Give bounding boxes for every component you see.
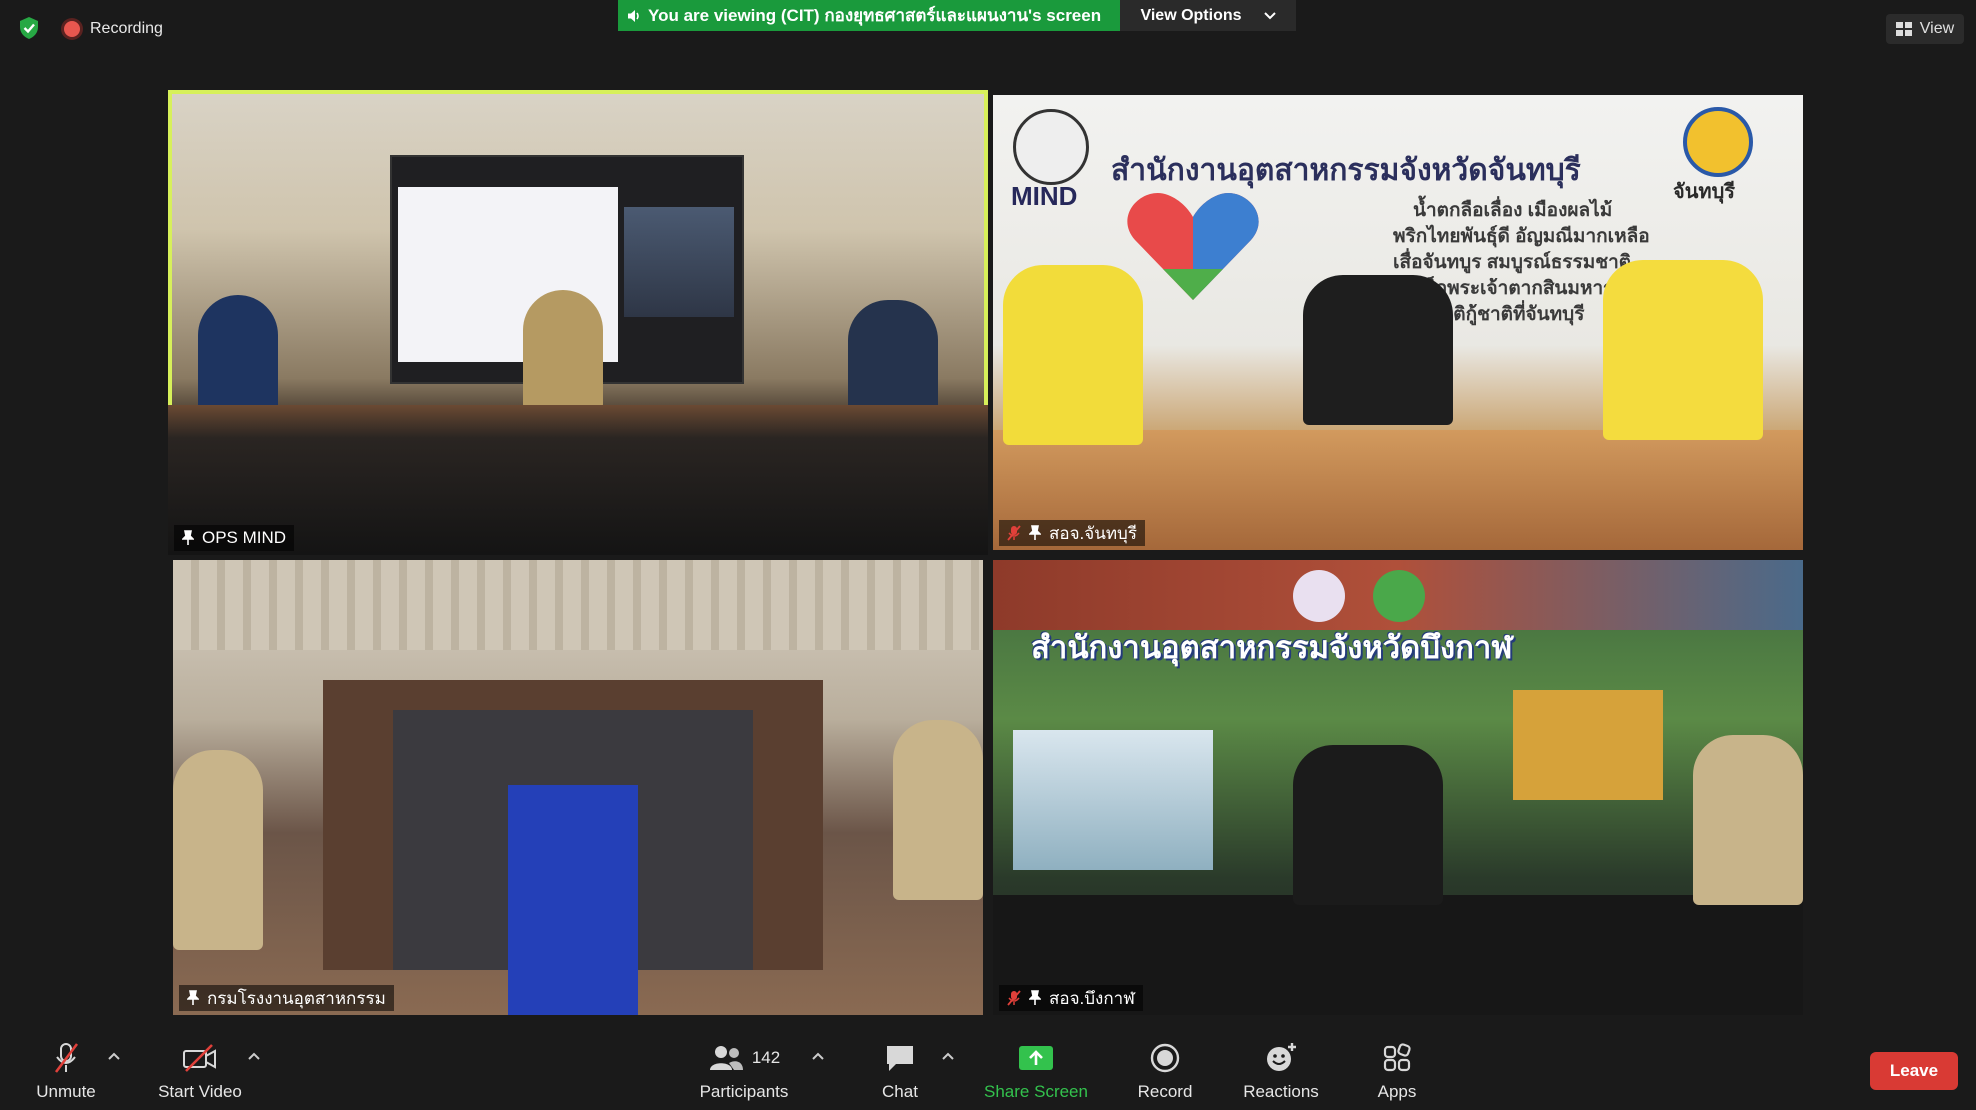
heart-logo-icon	[1127, 193, 1259, 300]
unmute-button[interactable]: Unmute	[30, 1040, 102, 1110]
view-options-label: View Options	[1140, 6, 1242, 24]
chevron-up-icon[interactable]	[106, 1050, 122, 1062]
participant-figure	[1293, 745, 1443, 905]
participant-figure	[1003, 265, 1143, 445]
ministry-seal-logo	[1293, 570, 1345, 622]
mic-muted-icon	[1007, 990, 1021, 1006]
start-video-button[interactable]: Start Video	[154, 1040, 246, 1110]
curtain-background	[173, 560, 983, 650]
province-logo-text: จันทบุรี	[1673, 181, 1736, 203]
recording-dot-icon	[64, 21, 80, 37]
reactions-button[interactable]: Reactions	[1240, 1040, 1322, 1110]
participant-figure	[1603, 260, 1763, 440]
tile-name: กรมโรงงานอุตสาหกรรม	[207, 988, 386, 1008]
meeting-toolbar: Unmute Start Video 142 Participants Chat…	[0, 1020, 1976, 1110]
chat-button[interactable]: Chat	[875, 1040, 925, 1110]
view-button[interactable]: View	[1886, 14, 1964, 44]
participant-figure	[173, 750, 263, 950]
temple-image	[1513, 690, 1663, 800]
record-icon	[1150, 1043, 1180, 1073]
recording-label: Recording	[90, 20, 163, 37]
apps-label: Apps	[1377, 1082, 1417, 1101]
share-banner-text: You are viewing (CIT) กองยุทธศาสตร์และแผ…	[648, 6, 1102, 25]
participants-count: 142	[751, 1048, 781, 1067]
screen-share-banner: You are viewing (CIT) กองยุทธศาสตร์และแผ…	[618, 0, 1120, 31]
blue-table-cloth	[508, 785, 638, 1015]
view-label: View	[1919, 20, 1955, 37]
zoom-meeting-window: Recording You are viewing (CIT) กองยุทธศ…	[0, 0, 1976, 1110]
province-logo	[1373, 570, 1425, 622]
unmute-label: Unmute	[36, 1082, 96, 1101]
pin-icon	[1029, 525, 1041, 540]
tile-name-tag: OPS MIND	[174, 525, 295, 551]
ministry-seal-logo	[1013, 109, 1089, 185]
chat-label: Chat	[882, 1082, 918, 1101]
video-tile-dept-industrial-works[interactable]: กรมโรงงานอุตสาหกรรม	[173, 560, 983, 1015]
video-tile-bueng-kan[interactable]: สำนักงานอุตสาหกรรมจังหวัดบึงกาฬ สอจ.บึงก…	[993, 560, 1803, 1015]
pin-icon	[187, 990, 199, 1005]
video-tile-chanthaburi[interactable]: MIND สำนักงานอุตสาหกรรมจังหวัดจันทบุรี น…	[993, 95, 1803, 550]
participant-figure	[1303, 275, 1453, 425]
shield-check-icon[interactable]	[18, 16, 40, 40]
apps-button[interactable]: Apps	[1372, 1040, 1422, 1110]
participant-figure	[1693, 735, 1803, 905]
view-options-dropdown[interactable]: View Options	[1120, 0, 1296, 31]
video-tile-ops-mind[interactable]: OPS MIND	[168, 90, 988, 555]
mic-muted-icon	[1007, 525, 1021, 541]
tile-name-tag: สอจ.จันทบุรี	[999, 520, 1145, 546]
share-screen-icon	[1019, 1046, 1053, 1070]
tile-name: สอจ.จันทบุรี	[1049, 523, 1137, 543]
participant-figure	[198, 295, 278, 415]
video-off-icon	[183, 1044, 216, 1072]
share-screen-button[interactable]: Share Screen	[984, 1040, 1088, 1110]
chat-bubble-icon	[887, 1046, 913, 1071]
chevron-up-icon[interactable]	[940, 1050, 956, 1062]
tile-name: สอจ.บึงกาฬ	[1049, 988, 1135, 1008]
participants-label: Participants	[699, 1082, 789, 1101]
recording-indicator[interactable]: Recording	[64, 17, 163, 41]
chevron-up-icon[interactable]	[810, 1050, 826, 1062]
speaker-icon	[628, 9, 639, 22]
participant-figure	[848, 300, 938, 420]
top-bar: Recording You are viewing (CIT) กองยุทธศ…	[0, 0, 1976, 58]
start-video-label: Start Video	[158, 1082, 242, 1101]
tile-name: OPS MIND	[202, 528, 287, 547]
participants-button[interactable]: 142 Participants	[694, 1040, 794, 1110]
waterfall-image	[1013, 730, 1213, 870]
participant-figure	[523, 290, 603, 410]
participants-icon	[709, 1046, 743, 1070]
participant-figure	[893, 720, 983, 900]
tile-name-tag: กรมโรงงานอุตสาหกรรม	[179, 985, 394, 1011]
pin-icon	[1029, 990, 1041, 1005]
record-button[interactable]: Record	[1134, 1040, 1196, 1110]
projected-video-thumbnails	[624, 207, 734, 317]
banner-heading: สำนักงานอุตสาหกรรมจังหวัดบึงกาฬ	[1031, 630, 1513, 665]
chevron-up-icon[interactable]	[246, 1050, 262, 1062]
reactions-label: Reactions	[1243, 1082, 1319, 1101]
share-screen-label: Share Screen	[984, 1082, 1088, 1101]
grid-view-icon	[1895, 22, 1912, 36]
pin-icon	[182, 530, 194, 545]
record-label: Record	[1137, 1082, 1193, 1101]
chevron-down-icon	[1263, 11, 1276, 19]
apps-icon	[1383, 1043, 1411, 1072]
mind-logo-text: MIND	[1011, 181, 1078, 211]
leave-button[interactable]: Leave	[1870, 1052, 1958, 1090]
province-logo	[1683, 107, 1753, 177]
tile-name-tag: สอจ.บึงกาฬ	[999, 985, 1143, 1011]
smiley-add-icon	[1267, 1043, 1296, 1071]
mic-muted-icon	[54, 1043, 79, 1073]
